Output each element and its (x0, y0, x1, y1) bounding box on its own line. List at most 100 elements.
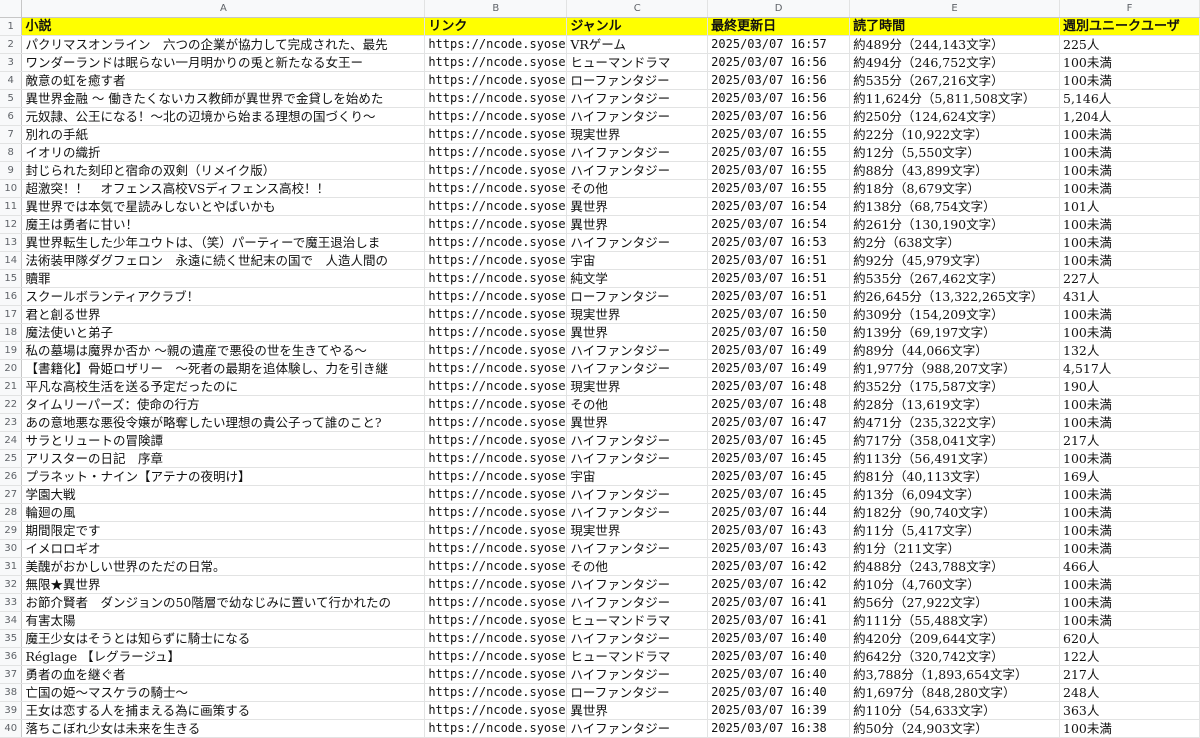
cell-reading-time[interactable]: 約89分（44,066文字） (849, 341, 1061, 360)
row-number[interactable]: 1 (0, 17, 23, 36)
row-number[interactable]: 36 (0, 647, 23, 666)
cell-title[interactable]: 君と創る世界 (21, 305, 426, 324)
cell-weekly-users[interactable]: 100未満 (1059, 593, 1200, 612)
cell-link[interactable]: https://ncode.syose (424, 395, 568, 414)
cell-genre[interactable]: 宇宙 (566, 251, 709, 270)
cell-weekly-users[interactable]: 466人 (1059, 557, 1200, 576)
cell-reading-time[interactable]: 約420分（209,644文字） (849, 629, 1061, 648)
row-number[interactable]: 18 (0, 323, 23, 342)
cell-link[interactable]: https://ncode.syose (424, 413, 568, 432)
cell-updated[interactable]: 2025/03/07 16:40 (707, 683, 851, 702)
cell-genre[interactable]: ハイファンタジー (566, 485, 709, 504)
cell-link[interactable]: https://ncode.syose (424, 341, 568, 360)
row-number[interactable]: 3 (0, 53, 23, 72)
cell-weekly-users[interactable]: 100未満 (1059, 449, 1200, 468)
cell-updated[interactable]: 2025/03/07 16:56 (707, 89, 851, 108)
cell-reading-time[interactable]: 約28分（13,619文字） (849, 395, 1061, 414)
cell-weekly-users[interactable]: 122人 (1059, 647, 1200, 666)
row-number[interactable]: 23 (0, 413, 23, 432)
cell-updated[interactable]: 2025/03/07 16:56 (707, 71, 851, 90)
cell-link[interactable]: https://ncode.syose (424, 449, 568, 468)
cell-link[interactable]: https://ncode.syose (424, 521, 568, 540)
cell-weekly-users[interactable]: 100未満 (1059, 323, 1200, 342)
cell-weekly-users[interactable]: 100未満 (1059, 161, 1200, 180)
cell-link[interactable]: https://ncode.syose (424, 197, 568, 216)
cell-weekly-users[interactable]: 190人 (1059, 377, 1200, 396)
cell-title[interactable]: イメロロギオ (21, 539, 426, 558)
cell-weekly-users[interactable]: 100未満 (1059, 71, 1200, 90)
row-number[interactable]: 30 (0, 539, 23, 558)
cell-genre[interactable]: 異世界 (566, 323, 709, 342)
cell-weekly-users[interactable]: 431人 (1059, 287, 1200, 306)
cell-genre[interactable]: VRゲーム (566, 35, 709, 54)
row-number[interactable]: 34 (0, 611, 23, 630)
row-number[interactable]: 37 (0, 665, 23, 684)
cell-title[interactable]: 平凡な高校生活を送る予定だったのに (21, 377, 426, 396)
cell-genre[interactable]: ハイファンタジー (566, 143, 709, 162)
cell-reading-time[interactable]: 約250分（124,624文字） (849, 107, 1061, 126)
cell-weekly-users[interactable]: 1,204人 (1059, 107, 1200, 126)
cell-weekly-users[interactable]: 100未満 (1059, 611, 1200, 630)
cell-reading-time[interactable]: 約12分（5,550文字） (849, 143, 1061, 162)
cell-genre[interactable]: ハイファンタジー (566, 431, 709, 450)
row-number[interactable]: 15 (0, 269, 23, 288)
cell-genre[interactable]: 異世界 (566, 701, 709, 720)
select-all-corner[interactable] (0, 0, 23, 18)
cell-genre[interactable]: ローファンタジー (566, 683, 709, 702)
cell-title[interactable]: 超激突！！ オフェンス高校VSディフェンス高校！！ (21, 179, 426, 198)
row-number[interactable]: 39 (0, 701, 23, 720)
cell-title[interactable]: 勇者の血を継ぐ者 (21, 665, 426, 684)
cell-reading-time[interactable]: 約2分（638文字） (849, 233, 1061, 252)
cell-updated[interactable]: 2025/03/07 16:41 (707, 611, 851, 630)
cell-title[interactable]: 異世界では本気で星読みしないとやばいかも (21, 197, 426, 216)
cell-title[interactable]: 異世界金融 〜 働きたくないカス教師が異世界で金貸しを始めた (21, 89, 426, 108)
cell-title[interactable]: 落ちこぼれ少女は未来を生きる (21, 719, 426, 738)
cell-genre[interactable]: 異世界 (566, 197, 709, 216)
row-number[interactable]: 24 (0, 431, 23, 450)
header-cell-reading-time[interactable]: 読了時間 (849, 17, 1061, 36)
cell-reading-time[interactable]: 約642分（320,742文字） (849, 647, 1061, 666)
cell-updated[interactable]: 2025/03/07 16:51 (707, 269, 851, 288)
cell-title[interactable]: パクリマスオンライン 六つの企業が協力して完成された、最先 (21, 35, 426, 54)
row-number[interactable]: 22 (0, 395, 23, 414)
cell-weekly-users[interactable]: 248人 (1059, 683, 1200, 702)
row-number[interactable]: 13 (0, 233, 23, 252)
cell-weekly-users[interactable]: 217人 (1059, 431, 1200, 450)
row-number[interactable]: 38 (0, 683, 23, 702)
cell-genre[interactable]: 宇宙 (566, 467, 709, 486)
cell-updated[interactable]: 2025/03/07 16:43 (707, 521, 851, 540)
cell-weekly-users[interactable]: 5,146人 (1059, 89, 1200, 108)
cell-reading-time[interactable]: 約113分（56,491文字） (849, 449, 1061, 468)
cell-updated[interactable]: 2025/03/07 16:56 (707, 107, 851, 126)
cell-weekly-users[interactable]: 100未満 (1059, 215, 1200, 234)
cell-genre[interactable]: ハイファンタジー (566, 575, 709, 594)
cell-link[interactable]: https://ncode.syose (424, 719, 568, 738)
cell-reading-time[interactable]: 約50分（24,903文字） (849, 719, 1061, 738)
cell-reading-time[interactable]: 約11分（5,417文字） (849, 521, 1061, 540)
cell-genre[interactable]: 異世界 (566, 215, 709, 234)
cell-reading-time[interactable]: 約26,645分（13,322,265文字） (849, 287, 1061, 306)
row-number[interactable]: 17 (0, 305, 23, 324)
cell-title[interactable]: 無限★異世界 (21, 575, 426, 594)
cell-title[interactable]: 亡国の姫〜マスケラの騎士〜 (21, 683, 426, 702)
cell-genre[interactable]: その他 (566, 395, 709, 414)
cell-title[interactable]: スクールボランティアクラブ！ (21, 287, 426, 306)
cell-weekly-users[interactable]: 100未満 (1059, 179, 1200, 198)
cell-title[interactable]: 法術装甲隊ダグフェロン 永遠に続く世紀末の国で 人造人間の (21, 251, 426, 270)
cell-updated[interactable]: 2025/03/07 16:45 (707, 467, 851, 486)
cell-link[interactable]: https://ncode.syose (424, 233, 568, 252)
cell-reading-time[interactable]: 約92分（45,979文字） (849, 251, 1061, 270)
row-number[interactable]: 14 (0, 251, 23, 270)
row-number[interactable]: 11 (0, 197, 23, 216)
cell-title[interactable]: 有害太陽 (21, 611, 426, 630)
cell-link[interactable]: https://ncode.syose (424, 575, 568, 594)
cell-updated[interactable]: 2025/03/07 16:48 (707, 377, 851, 396)
cell-reading-time[interactable]: 約471分（235,322文字） (849, 413, 1061, 432)
cell-weekly-users[interactable]: 100未満 (1059, 233, 1200, 252)
row-number[interactable]: 32 (0, 575, 23, 594)
cell-weekly-users[interactable]: 100未満 (1059, 53, 1200, 72)
cell-link[interactable]: https://ncode.syose (424, 215, 568, 234)
cell-updated[interactable]: 2025/03/07 16:55 (707, 125, 851, 144)
cell-updated[interactable]: 2025/03/07 16:49 (707, 359, 851, 378)
cell-genre[interactable]: ハイファンタジー (566, 233, 709, 252)
